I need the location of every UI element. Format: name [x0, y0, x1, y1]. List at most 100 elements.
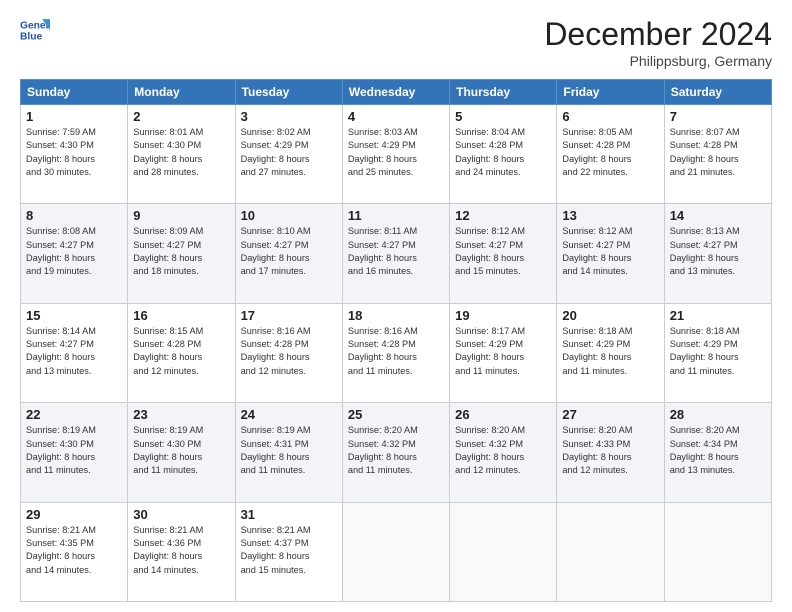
day-number: 3	[241, 109, 337, 124]
day-number: 1	[26, 109, 122, 124]
day-number: 25	[348, 407, 444, 422]
day-info: Sunrise: 8:21 AMSunset: 4:37 PMDaylight:…	[241, 524, 337, 577]
month-title: December 2024	[544, 16, 772, 53]
day-info: Sunrise: 8:20 AMSunset: 4:32 PMDaylight:…	[455, 424, 551, 477]
calendar-cell: 15 Sunrise: 8:14 AMSunset: 4:27 PMDayligh…	[21, 303, 128, 402]
day-info: Sunrise: 8:16 AMSunset: 4:28 PMDaylight:…	[348, 325, 444, 378]
calendar-cell	[450, 502, 557, 601]
calendar-cell: 17 Sunrise: 8:16 AMSunset: 4:28 PMDayligh…	[235, 303, 342, 402]
day-info: Sunrise: 8:19 AMSunset: 4:30 PMDaylight:…	[26, 424, 122, 477]
title-block: December 2024 Philippsburg, Germany	[544, 16, 772, 69]
day-info: Sunrise: 7:59 AMSunset: 4:30 PMDaylight:…	[26, 126, 122, 179]
day-number: 9	[133, 208, 229, 223]
calendar-cell: 31 Sunrise: 8:21 AMSunset: 4:37 PMDayligh…	[235, 502, 342, 601]
calendar-cell: 16Sunrise: 8:15 AMSunset: 4:28 PMDayligh…	[128, 303, 235, 402]
calendar-cell: 21Sunrise: 8:18 AMSunset: 4:29 PMDayligh…	[664, 303, 771, 402]
calendar-cell: 23Sunrise: 8:19 AMSunset: 4:30 PMDayligh…	[128, 403, 235, 502]
col-header-sunday: Sunday	[21, 80, 128, 105]
calendar-cell: 14 Sunrise: 8:13 AMSunset: 4:27 PMDayligh…	[664, 204, 771, 303]
day-number: 4	[348, 109, 444, 124]
calendar-week-row: 29 Sunrise: 8:21 AMSunset: 4:35 PMDayligh…	[21, 502, 772, 601]
day-info: Sunrise: 8:02 AMSunset: 4:29 PMDaylight:…	[241, 126, 337, 179]
calendar-cell: 25 Sunrise: 8:20 AMSunset: 4:32 PMDayligh…	[342, 403, 449, 502]
calendar-cell: 20Sunrise: 8:18 AMSunset: 4:29 PMDayligh…	[557, 303, 664, 402]
day-info: Sunrise: 8:19 AMSunset: 4:31 PMDaylight:…	[241, 424, 337, 477]
calendar-cell: 8 Sunrise: 8:08 AMSunset: 4:27 PMDaylight…	[21, 204, 128, 303]
calendar-cell: 11 Sunrise: 8:11 AMSunset: 4:27 PMDayligh…	[342, 204, 449, 303]
day-info: Sunrise: 8:12 AMSunset: 4:27 PMDaylight:…	[562, 225, 658, 278]
calendar-header-row: SundayMondayTuesdayWednesdayThursdayFrid…	[21, 80, 772, 105]
day-info: Sunrise: 8:19 AMSunset: 4:30 PMDaylight:…	[133, 424, 229, 477]
day-info: Sunrise: 8:05 AMSunset: 4:28 PMDaylight:…	[562, 126, 658, 179]
day-number: 12	[455, 208, 551, 223]
location: Philippsburg, Germany	[544, 53, 772, 69]
day-info: Sunrise: 8:08 AMSunset: 4:27 PMDaylight:…	[26, 225, 122, 278]
calendar-cell: 30Sunrise: 8:21 AMSunset: 4:36 PMDayligh…	[128, 502, 235, 601]
calendar-cell: 6 Sunrise: 8:05 AMSunset: 4:28 PMDaylight…	[557, 105, 664, 204]
day-number: 28	[670, 407, 766, 422]
day-number: 8	[26, 208, 122, 223]
day-number: 27	[562, 407, 658, 422]
calendar-cell: 13Sunrise: 8:12 AMSunset: 4:27 PMDayligh…	[557, 204, 664, 303]
calendar-cell: 4 Sunrise: 8:03 AMSunset: 4:29 PMDaylight…	[342, 105, 449, 204]
day-number: 24	[241, 407, 337, 422]
day-number: 17	[241, 308, 337, 323]
day-number: 31	[241, 507, 337, 522]
calendar-cell: 19Sunrise: 8:17 AMSunset: 4:29 PMDayligh…	[450, 303, 557, 402]
day-number: 10	[241, 208, 337, 223]
calendar-cell: 3 Sunrise: 8:02 AMSunset: 4:29 PMDaylight…	[235, 105, 342, 204]
day-number: 11	[348, 208, 444, 223]
day-info: Sunrise: 8:14 AMSunset: 4:27 PMDaylight:…	[26, 325, 122, 378]
day-info: Sunrise: 8:04 AMSunset: 4:28 PMDaylight:…	[455, 126, 551, 179]
page: General Blue December 2024 Philippsburg,…	[0, 0, 792, 612]
day-info: Sunrise: 8:13 AMSunset: 4:27 PMDaylight:…	[670, 225, 766, 278]
calendar-cell: 2 Sunrise: 8:01 AMSunset: 4:30 PMDaylight…	[128, 105, 235, 204]
calendar-week-row: 8 Sunrise: 8:08 AMSunset: 4:27 PMDaylight…	[21, 204, 772, 303]
day-number: 15	[26, 308, 122, 323]
calendar-week-row: 1 Sunrise: 7:59 AMSunset: 4:30 PMDaylight…	[21, 105, 772, 204]
day-number: 26	[455, 407, 551, 422]
calendar-week-row: 15 Sunrise: 8:14 AMSunset: 4:27 PMDayligh…	[21, 303, 772, 402]
day-number: 14	[670, 208, 766, 223]
day-number: 21	[670, 308, 766, 323]
calendar-cell: 24 Sunrise: 8:19 AMSunset: 4:31 PMDayligh…	[235, 403, 342, 502]
col-header-monday: Monday	[128, 80, 235, 105]
day-info: Sunrise: 8:16 AMSunset: 4:28 PMDaylight:…	[241, 325, 337, 378]
day-number: 29	[26, 507, 122, 522]
header: General Blue December 2024 Philippsburg,…	[20, 16, 772, 69]
col-header-tuesday: Tuesday	[235, 80, 342, 105]
day-info: Sunrise: 8:21 AMSunset: 4:35 PMDaylight:…	[26, 524, 122, 577]
day-info: Sunrise: 8:03 AMSunset: 4:29 PMDaylight:…	[348, 126, 444, 179]
calendar-cell: 27 Sunrise: 8:20 AMSunset: 4:33 PMDayligh…	[557, 403, 664, 502]
day-number: 19	[455, 308, 551, 323]
day-number: 22	[26, 407, 122, 422]
svg-text:Blue: Blue	[20, 32, 43, 43]
col-header-friday: Friday	[557, 80, 664, 105]
day-info: Sunrise: 8:18 AMSunset: 4:29 PMDaylight:…	[562, 325, 658, 378]
calendar-cell: 9Sunrise: 8:09 AMSunset: 4:27 PMDaylight…	[128, 204, 235, 303]
day-info: Sunrise: 8:12 AMSunset: 4:27 PMDaylight:…	[455, 225, 551, 278]
calendar-week-row: 22 Sunrise: 8:19 AMSunset: 4:30 PMDayligh…	[21, 403, 772, 502]
day-number: 5	[455, 109, 551, 124]
calendar-cell: 5 Sunrise: 8:04 AMSunset: 4:28 PMDaylight…	[450, 105, 557, 204]
calendar-table: SundayMondayTuesdayWednesdayThursdayFrid…	[20, 79, 772, 602]
day-number: 2	[133, 109, 229, 124]
logo: General Blue	[20, 16, 50, 46]
calendar-cell: 18 Sunrise: 8:16 AMSunset: 4:28 PMDayligh…	[342, 303, 449, 402]
col-header-thursday: Thursday	[450, 80, 557, 105]
col-header-wednesday: Wednesday	[342, 80, 449, 105]
day-info: Sunrise: 8:11 AMSunset: 4:27 PMDaylight:…	[348, 225, 444, 278]
day-info: Sunrise: 8:01 AMSunset: 4:30 PMDaylight:…	[133, 126, 229, 179]
day-number: 18	[348, 308, 444, 323]
calendar-cell: 10 Sunrise: 8:10 AMSunset: 4:27 PMDayligh…	[235, 204, 342, 303]
day-info: Sunrise: 8:20 AMSunset: 4:33 PMDaylight:…	[562, 424, 658, 477]
calendar-cell	[557, 502, 664, 601]
day-number: 7	[670, 109, 766, 124]
day-info: Sunrise: 8:07 AMSunset: 4:28 PMDaylight:…	[670, 126, 766, 179]
calendar-cell	[342, 502, 449, 601]
day-number: 6	[562, 109, 658, 124]
day-info: Sunrise: 8:21 AMSunset: 4:36 PMDaylight:…	[133, 524, 229, 577]
day-info: Sunrise: 8:15 AMSunset: 4:28 PMDaylight:…	[133, 325, 229, 378]
day-info: Sunrise: 8:20 AMSunset: 4:32 PMDaylight:…	[348, 424, 444, 477]
day-info: Sunrise: 8:10 AMSunset: 4:27 PMDaylight:…	[241, 225, 337, 278]
